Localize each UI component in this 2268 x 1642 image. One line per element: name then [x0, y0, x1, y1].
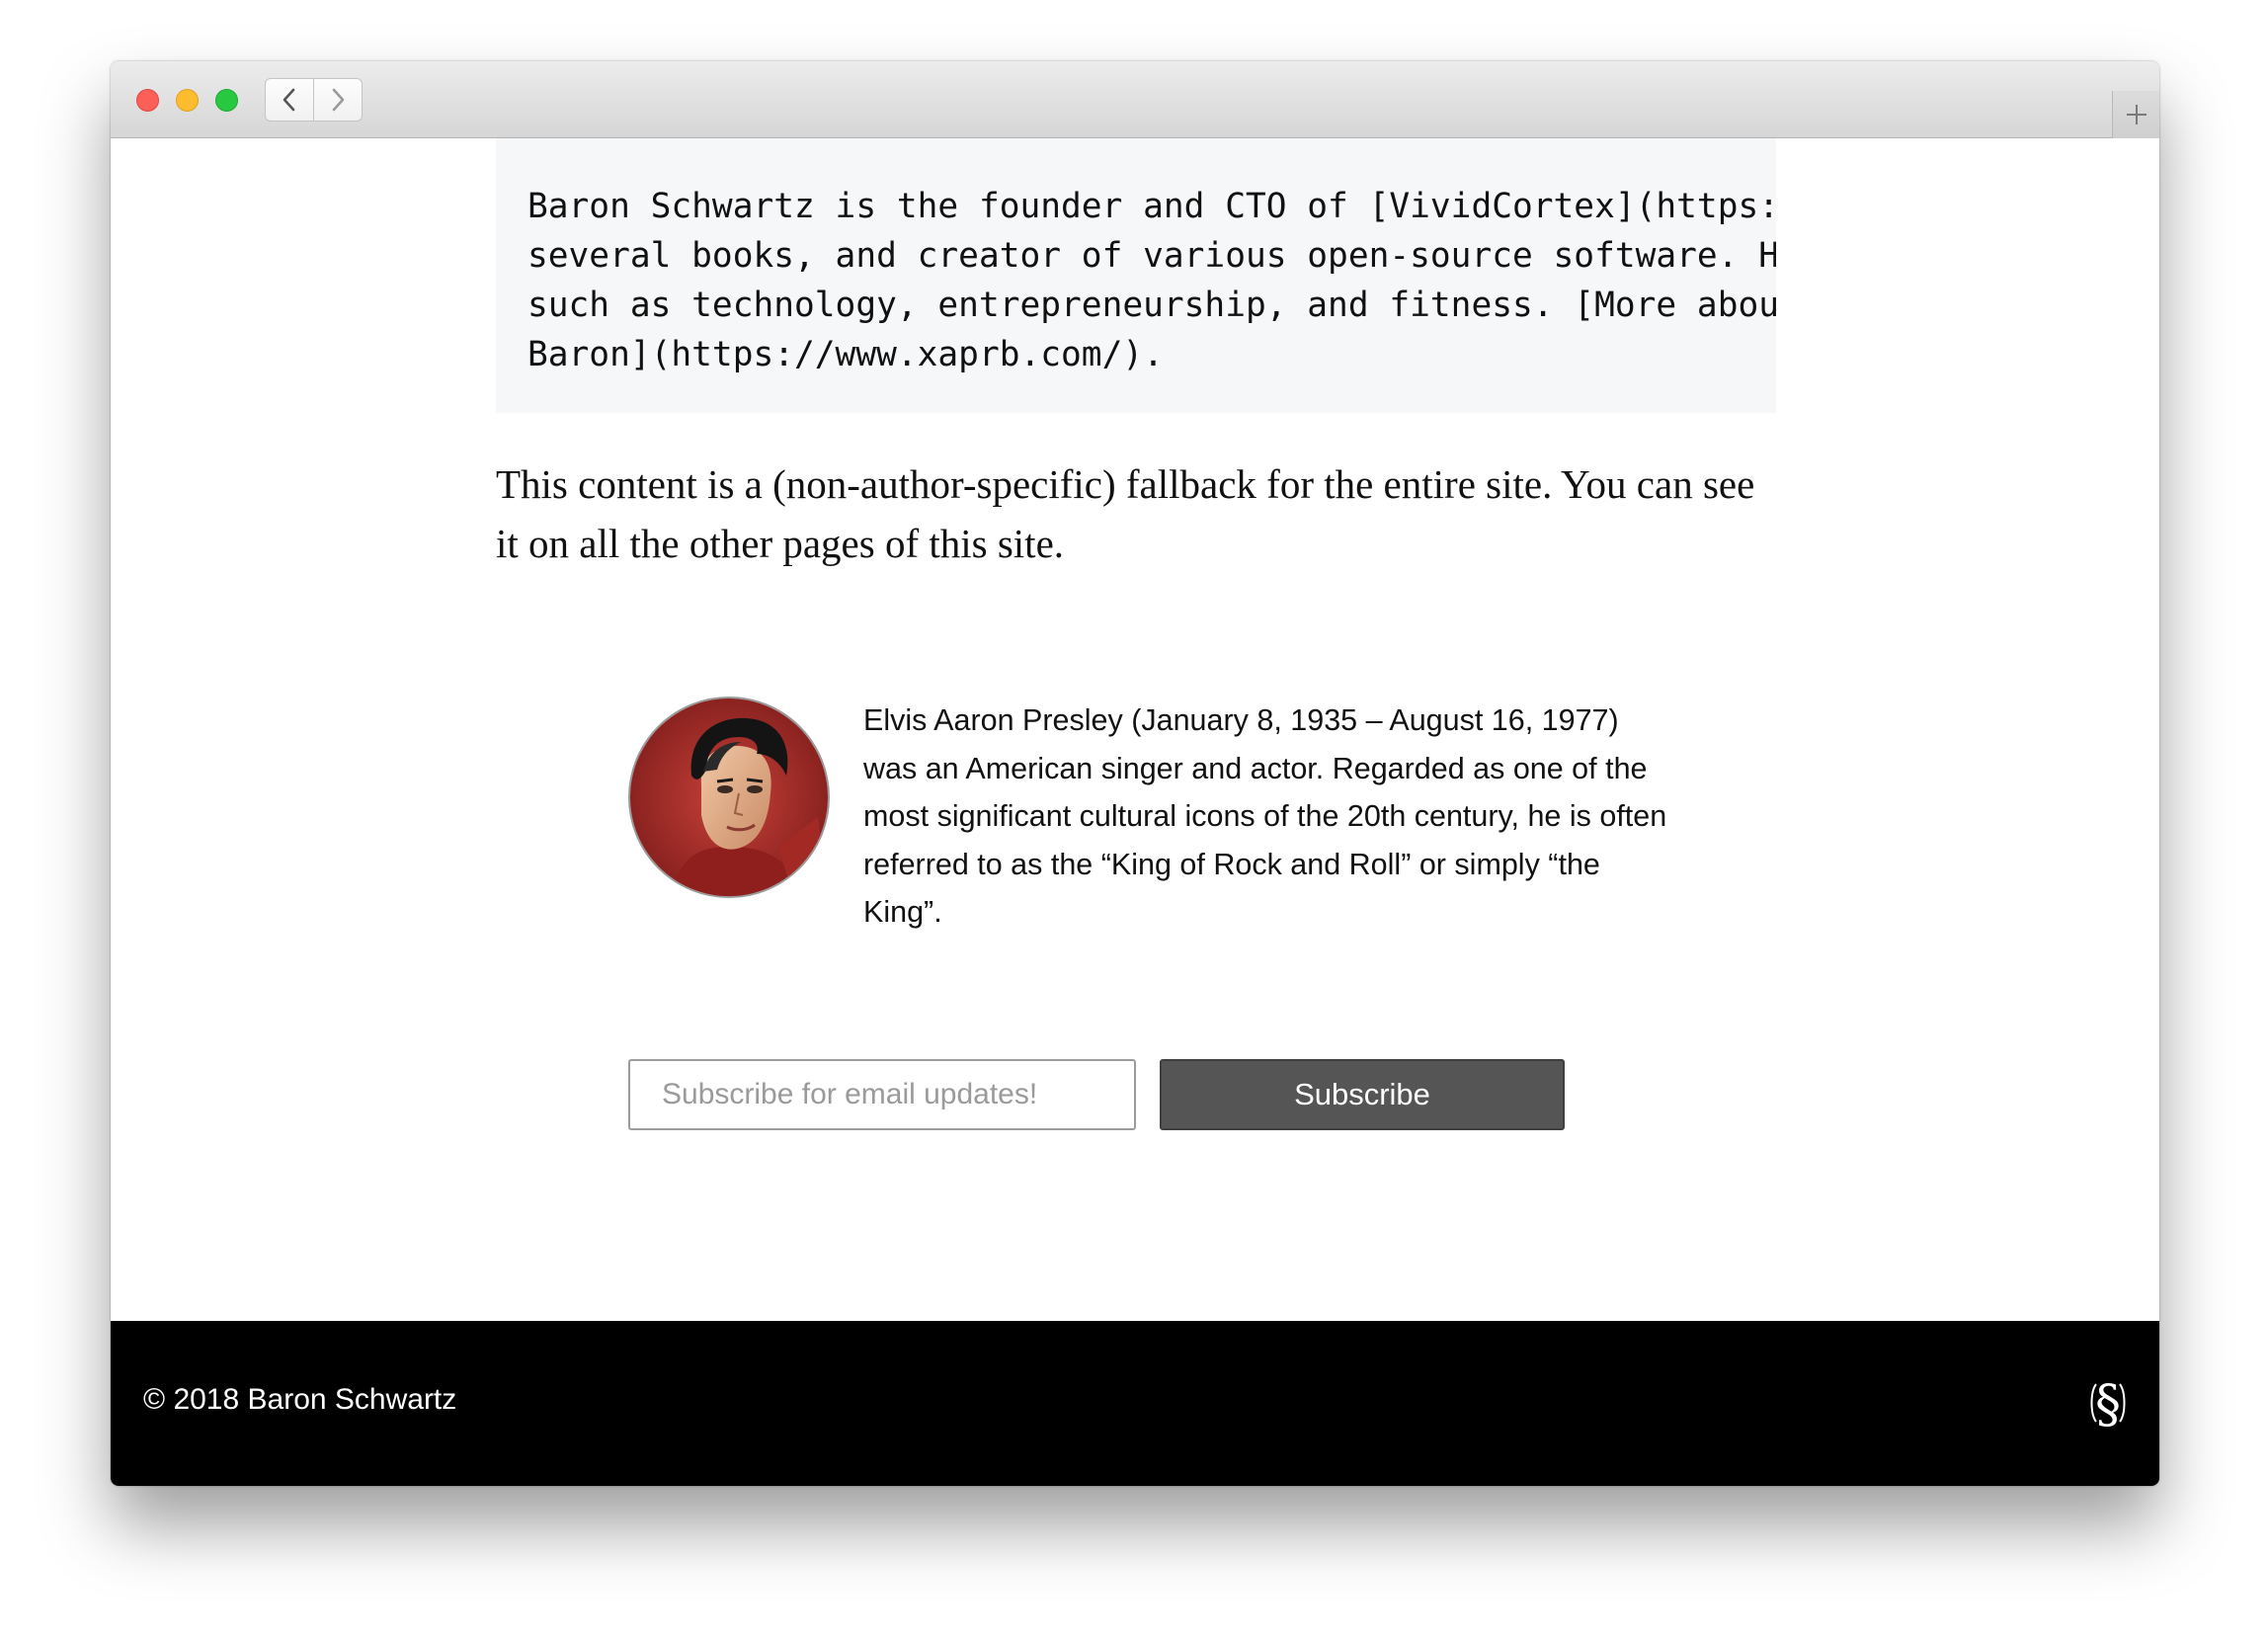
author-bio: Elvis Aaron Presley (January 8, 1935 – A…	[863, 703, 1667, 929]
svg-text:§: §	[2095, 1375, 2121, 1432]
email-subscribe-input[interactable]	[628, 1059, 1136, 1130]
zoom-window-button[interactable]	[215, 89, 238, 112]
subscribe-button[interactable]: Subscribe	[1160, 1059, 1565, 1130]
chevron-left-icon	[283, 88, 295, 112]
subscribe-form: Subscribe	[628, 1059, 1567, 1130]
browser-window: Baron Schwartz is the founder and CTO of…	[111, 61, 2159, 1486]
code-line: several books, and creator of various op…	[527, 236, 1776, 276]
plus-icon	[2126, 105, 2146, 124]
copyright-text: © 2018 Baron Schwartz	[143, 1383, 457, 1416]
minimize-window-button[interactable]	[176, 89, 199, 112]
forward-button[interactable]	[313, 78, 363, 122]
screenshot-stage: Baron Schwartz is the founder and CTO of…	[0, 0, 2268, 1642]
section-sign-logo-icon[interactable]: §	[2086, 1374, 2130, 1432]
avatar	[628, 697, 830, 898]
browser-titlebar	[111, 61, 2159, 138]
code-line: such as technology, entrepreneurship, an…	[527, 286, 1776, 325]
code-line: Baron Schwartz is the founder and CTO of…	[527, 187, 1776, 226]
avatar-portrait	[630, 698, 828, 896]
back-button[interactable]	[265, 78, 314, 122]
new-tab-button[interactable]	[2112, 91, 2159, 138]
fallback-paragraph: This content is a (non-author-specific) …	[496, 461, 1755, 566]
site-footer: © 2018 Baron Schwartz §	[111, 1321, 2159, 1486]
author-box: Elvis Aaron Presley (January 8, 1935 – A…	[628, 697, 1744, 934]
code-block: Baron Schwartz is the founder and CTO of…	[496, 138, 1776, 413]
page-content: Baron Schwartz is the founder and CTO of…	[111, 138, 2159, 1321]
code-line: Baron](https://www.xaprb.com/).	[527, 335, 1164, 374]
close-window-button[interactable]	[136, 89, 159, 112]
chevron-right-icon	[332, 88, 345, 112]
